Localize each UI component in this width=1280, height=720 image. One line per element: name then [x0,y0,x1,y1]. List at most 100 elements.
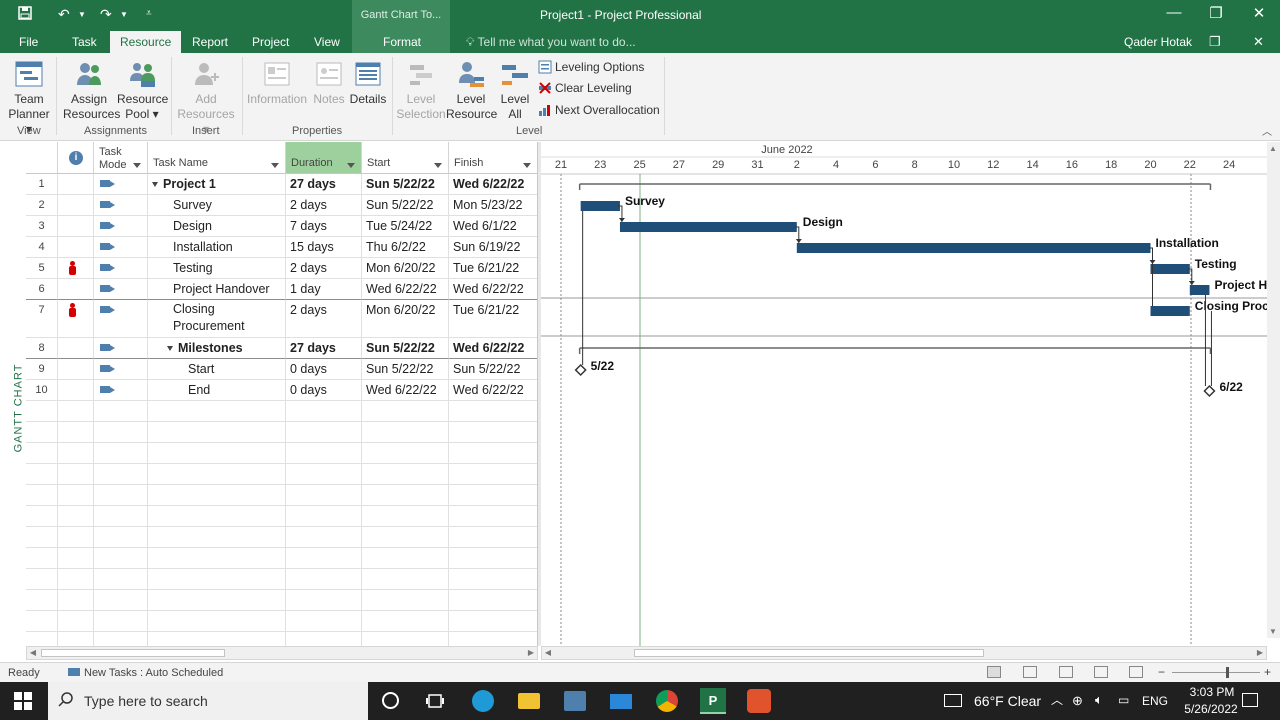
zoom-slider[interactable] [1172,672,1260,673]
empty-cell[interactable] [449,422,537,443]
empty-cell[interactable] [362,569,449,590]
report-shortcut-icon[interactable] [1129,666,1143,678]
duration-cell[interactable]: 0 days [286,380,362,401]
store-icon[interactable] [564,691,586,711]
indicator-cell[interactable] [58,279,94,300]
empty-cell[interactable] [449,569,537,590]
empty-cell[interactable] [148,569,286,590]
empty-cell[interactable] [449,464,537,485]
empty-cell[interactable] [362,464,449,485]
header-indicators[interactable]: i [58,142,94,174]
tab-file[interactable]: File [19,35,38,49]
duration-cell[interactable]: 15 days [286,237,362,258]
scroll-left-icon[interactable]: ◀ [542,647,554,659]
task-mode-cell[interactable] [94,300,148,338]
task-name-cell[interactable]: Survey [148,195,286,216]
empty-cell[interactable] [449,590,537,611]
task-name-cell[interactable]: Project 1 [148,174,286,195]
indicator-cell[interactable] [58,258,94,279]
select-all-corner[interactable] [26,142,58,174]
taskbar-search[interactable]: Type here to search [48,682,368,720]
tab-format[interactable]: Format [383,35,421,49]
empty-cell[interactable] [362,485,449,506]
finish-cell[interactable]: Tue 6/21/22 [449,258,537,279]
start-cell[interactable]: Sun 5/22/22 [362,338,449,359]
filter-dropdown-icon[interactable] [133,163,141,168]
task-mode-cell[interactable] [94,380,148,401]
empty-cell[interactable] [58,464,94,485]
notifications-icon[interactable] [1242,693,1258,707]
empty-cell[interactable] [148,506,286,527]
filter-dropdown-icon[interactable] [347,163,355,168]
start-cell[interactable]: Wed 6/22/22 [362,279,449,300]
task-mode-cell[interactable] [94,216,148,237]
empty-cell[interactable] [449,443,537,464]
redo-icon[interactable]: ↷ [100,6,112,23]
task-name-cell[interactable]: Project Handover [148,279,286,300]
finish-cell[interactable]: Sun 6/19/22 [449,237,537,258]
header-duration[interactable]: Duration [286,142,362,174]
empty-cell[interactable] [286,569,362,590]
task-mode-cell[interactable] [94,279,148,300]
empty-cell[interactable] [26,485,58,506]
task-name-cell[interactable]: Testing [148,258,286,279]
next-overallocation-button[interactable]: Next Overallocation [538,101,660,119]
empty-cell[interactable] [286,485,362,506]
start-cell[interactable]: Sun 5/22/22 [362,195,449,216]
empty-cell[interactable] [94,527,148,548]
empty-cell[interactable] [286,548,362,569]
gantt-hscrollbar[interactable]: ◀ ▶ [541,646,1267,660]
empty-cell[interactable] [362,611,449,632]
level-selection-button[interactable]: Level Selection [396,57,446,122]
customize-qat-icon[interactable]: ⩡ [146,8,152,19]
redo-dropdown-icon[interactable]: ▼ [120,10,128,19]
empty-cell[interactable] [94,401,148,422]
scroll-right-icon[interactable]: ▶ [1254,647,1266,659]
gantt-view-shortcut-icon[interactable] [987,666,1001,678]
task-mode-cell[interactable] [94,338,148,359]
empty-cell[interactable] [148,632,286,646]
windows-start-icon[interactable] [14,692,32,713]
zoom-out-icon[interactable]: − [1158,665,1165,679]
empty-cell[interactable] [449,548,537,569]
empty-cell[interactable] [94,569,148,590]
empty-cell[interactable] [286,527,362,548]
tell-me-search[interactable]: 💡︎ Tell me what you want to do... [466,35,636,50]
task-name-cell[interactable]: Milestones [148,338,286,359]
duration-cell[interactable]: 2 days [286,300,362,338]
start-cell[interactable]: Tue 5/24/22 [362,216,449,237]
empty-cell[interactable] [286,632,362,646]
empty-cell[interactable] [148,590,286,611]
empty-cell[interactable] [148,422,286,443]
zoom-in-icon[interactable]: + [1264,665,1271,679]
duration-cell[interactable]: 2 days [286,195,362,216]
gantt-vscrollbar[interactable]: ▲ ▼ [1267,142,1280,638]
minimize-icon[interactable]: — [1159,4,1189,21]
empty-cell[interactable] [58,443,94,464]
empty-cell[interactable] [449,506,537,527]
empty-cell[interactable] [58,611,94,632]
grid-hscrollbar[interactable]: ◀ ▶ [26,646,538,660]
empty-cell[interactable] [58,632,94,646]
finish-cell[interactable]: Sun 5/22/22 [449,359,537,380]
row-number[interactable]: 7 [26,300,58,338]
empty-cell[interactable] [26,527,58,548]
empty-cell[interactable] [449,401,537,422]
empty-cell[interactable] [362,548,449,569]
empty-cell[interactable] [449,611,537,632]
mail-icon[interactable] [610,694,632,709]
empty-cell[interactable] [26,401,58,422]
project-app-icon[interactable]: P [700,688,726,714]
row-number[interactable]: 1 [26,174,58,195]
task-name-cell[interactable]: Closing Procurement [148,300,286,338]
restore-icon[interactable]: ❐ [1201,4,1231,22]
zoom-slider-thumb[interactable] [1226,667,1229,678]
empty-cell[interactable] [26,590,58,611]
header-start[interactable]: Start [362,142,449,174]
camtasia-icon[interactable] [747,689,771,713]
task-mode-cell[interactable] [94,195,148,216]
row-number[interactable]: 2 [26,195,58,216]
tab-report[interactable]: Report [192,35,228,49]
filter-dropdown-icon[interactable] [523,163,531,168]
level-all-button[interactable]: Level All [498,57,532,122]
